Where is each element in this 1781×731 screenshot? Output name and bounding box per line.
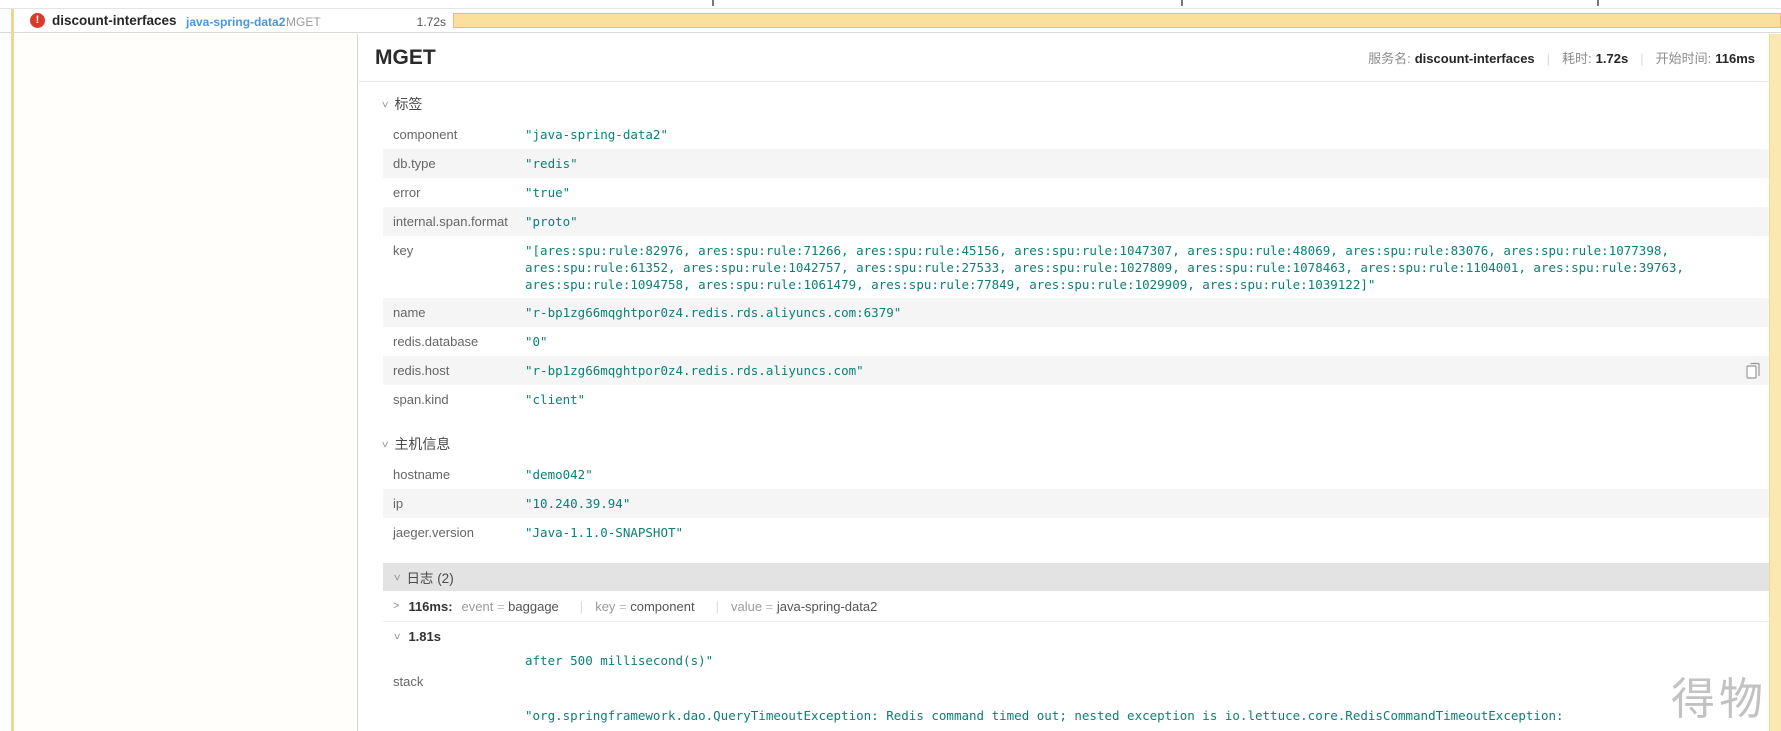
tag-value: "java-spring-data2" bbox=[525, 126, 1759, 143]
log-detail-row-stack: stack "org.springframework.dao.QueryTime… bbox=[383, 671, 1769, 731]
span-duration-bar[interactable] bbox=[453, 13, 1781, 28]
host-value: "10.240.39.94" bbox=[525, 495, 1759, 512]
span-operation-name: MGET bbox=[286, 15, 321, 29]
watermark: 得物 bbox=[1671, 663, 1767, 727]
tag-value: "r-bp1zg66mqghtpor0z4.redis.rds.aliyuncs… bbox=[525, 304, 1759, 321]
error-icon: ! bbox=[30, 13, 45, 28]
host-row: ip "10.240.39.94" bbox=[383, 489, 1769, 518]
tag-key: name bbox=[393, 304, 525, 321]
host-value: "Java-1.1.0-SNAPSHOT" bbox=[525, 524, 1759, 541]
log-field-name: value bbox=[731, 599, 777, 614]
tag-key: error bbox=[393, 184, 525, 201]
tag-row: error "true" bbox=[383, 178, 1769, 207]
service-indent-line bbox=[11, 9, 14, 731]
meta-service-label: 服务名: bbox=[1368, 51, 1411, 66]
tag-row: redis.database "0" bbox=[383, 327, 1769, 356]
host-row: hostname "demo042" bbox=[383, 460, 1769, 489]
log-field-value: java-spring-data2 bbox=[777, 599, 877, 614]
tag-key: component bbox=[393, 126, 525, 143]
tag-key: redis.host bbox=[393, 362, 525, 379]
log-timestamp: 116ms: bbox=[408, 599, 452, 614]
chevron-down-icon bbox=[381, 439, 387, 450]
log-entry-expanded-header[interactable]: 1.81s bbox=[383, 622, 1769, 650]
log-entry-collapsed[interactable]: 116ms: eventbaggage keycomponent valueja… bbox=[383, 591, 1769, 622]
timeline-edge-strip bbox=[1769, 34, 1781, 731]
meta-service-value: discount-interfaces bbox=[1415, 51, 1535, 66]
detail-title: MGET bbox=[375, 46, 436, 70]
section-tags-header[interactable]: 标签 bbox=[381, 92, 1769, 116]
tag-value: "r-bp1zg66mqghtpor0z4.redis.rds.aliyuncs… bbox=[525, 362, 1759, 379]
span-service-name: discount-interfaces bbox=[52, 13, 177, 28]
chevron-down-icon bbox=[393, 631, 399, 642]
tag-row: name "r-bp1zg66mqghtpor0z4.redis.rds.ali… bbox=[383, 298, 1769, 327]
host-table: hostname "demo042" ip "10.240.39.94" jae… bbox=[383, 460, 1769, 547]
span-row[interactable]: ! discount-interfaces java-spring-data2 … bbox=[0, 9, 1781, 33]
meta-service: 服务名: discount-interfaces bbox=[1368, 51, 1535, 66]
section-tags-title: 标签 bbox=[394, 94, 422, 114]
log-timestamp: 1.81s bbox=[408, 629, 441, 644]
chevron-right-icon bbox=[393, 601, 399, 612]
meta-duration-label: 耗时: bbox=[1562, 51, 1592, 66]
log-field-name: key bbox=[595, 599, 630, 614]
section-logs-header[interactable]: 日志 (2) bbox=[383, 563, 1769, 591]
section-host-title: 主机信息 bbox=[394, 434, 450, 454]
tag-value: "[ares:spu:rule:82976, ares:spu:rule:712… bbox=[525, 242, 1759, 293]
tag-value: "client" bbox=[525, 391, 1759, 408]
tags-table: component "java-spring-data2" db.type "r… bbox=[383, 120, 1769, 414]
tag-key: span.kind bbox=[393, 391, 525, 408]
tag-value: "redis" bbox=[525, 155, 1759, 172]
log-field-name: event bbox=[462, 599, 509, 614]
detail-meta: 服务名:discount-interfaces耗时:1.72s开始时间:116m… bbox=[1368, 48, 1755, 67]
tag-key: redis.database bbox=[393, 333, 525, 350]
span-library-name: java-spring-data2 bbox=[186, 15, 285, 29]
copy-icon[interactable] bbox=[1746, 362, 1761, 384]
tag-key: db.type bbox=[393, 155, 525, 172]
tag-row: internal.span.format "proto" bbox=[383, 207, 1769, 236]
span-detail-panel: MGET 服务名:discount-interfaces耗时:1.72s开始时间… bbox=[359, 34, 1769, 731]
tag-row: key "[ares:spu:rule:82976, ares:spu:rule… bbox=[383, 236, 1769, 298]
log-detail-overflow-value: after 500 millisecond(s)" bbox=[525, 652, 1759, 669]
meta-duration-value: 1.72s bbox=[1596, 51, 1629, 66]
log-detail-stack-value: "org.springframework.dao.QueryTimeoutExc… bbox=[525, 673, 1759, 731]
ruler-tick bbox=[1597, 0, 1599, 6]
log-field: eventbaggage bbox=[462, 599, 559, 614]
section-logs-title: 日志 (2) bbox=[406, 567, 453, 587]
log-field-value: baggage bbox=[508, 599, 559, 614]
meta-start: 开始时间:116ms bbox=[1628, 51, 1755, 66]
tag-value: "proto" bbox=[525, 213, 1759, 230]
detail-header: MGET 服务名:discount-interfaces耗时:1.72s开始时间… bbox=[359, 34, 1769, 82]
tag-row: span.kind "client" bbox=[383, 385, 1769, 414]
tag-row: redis.host "r-bp1zg66mqghtpor0z4.redis.r… bbox=[383, 356, 1769, 385]
log-detail-key: stack bbox=[393, 673, 525, 690]
tag-row: db.type "redis" bbox=[383, 149, 1769, 178]
meta-start-value: 116ms bbox=[1715, 51, 1755, 66]
section-host-header[interactable]: 主机信息 bbox=[381, 432, 1769, 456]
chevron-down-icon bbox=[393, 572, 399, 583]
host-key: jaeger.version bbox=[393, 524, 525, 541]
log-field: keycomponent bbox=[568, 599, 695, 614]
span-duration-label: 1.72s bbox=[398, 15, 446, 29]
log-field-value: component bbox=[630, 599, 694, 614]
tag-value: "true" bbox=[525, 184, 1759, 201]
meta-duration: 耗时: 1.72s bbox=[1535, 51, 1629, 66]
ruler-tick bbox=[1181, 0, 1183, 6]
chevron-down-icon bbox=[381, 99, 387, 110]
tag-row: component "java-spring-data2" bbox=[383, 120, 1769, 149]
log-detail-table: after 500 millisecond(s)" stack "org.spr… bbox=[383, 650, 1769, 731]
log-field: valuejava-spring-data2 bbox=[704, 599, 878, 614]
meta-start-label: 开始时间: bbox=[1656, 51, 1712, 66]
timeline-ruler bbox=[0, 0, 1781, 9]
tag-key: key bbox=[393, 242, 525, 259]
host-key: hostname bbox=[393, 466, 525, 483]
host-row: jaeger.version "Java-1.1.0-SNAPSHOT" bbox=[383, 518, 1769, 547]
host-value: "demo042" bbox=[525, 466, 1759, 483]
ruler-tick bbox=[712, 0, 714, 6]
tag-value: "0" bbox=[525, 333, 1759, 350]
host-key: ip bbox=[393, 495, 525, 512]
tag-key: internal.span.format bbox=[393, 213, 525, 230]
trace-tree-pane bbox=[0, 34, 358, 731]
stack-trace-line: "org.springframework.dao.QueryTimeoutExc… bbox=[525, 707, 1725, 724]
log-detail-row-overflow: after 500 millisecond(s)" bbox=[383, 650, 1769, 671]
